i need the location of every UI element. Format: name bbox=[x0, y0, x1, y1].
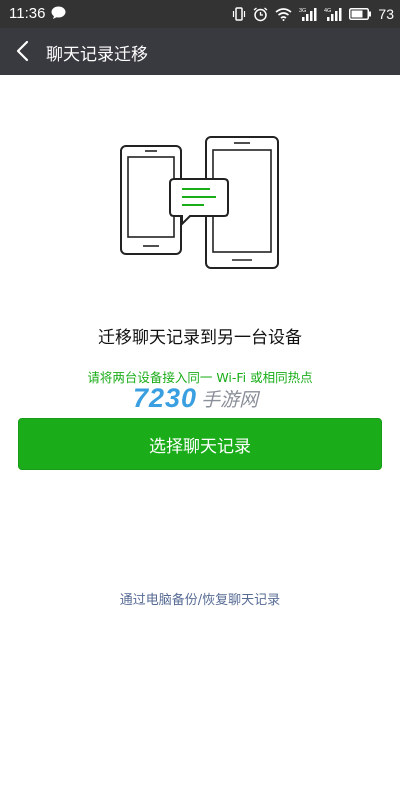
signal-4g-icon: 4G bbox=[324, 8, 342, 21]
wifi-icon bbox=[275, 7, 292, 21]
back-arrow-icon[interactable] bbox=[8, 36, 38, 66]
migration-heading: 迁移聊天记录到另一台设备 bbox=[98, 328, 302, 348]
status-bar: 11:36 3G 4G 73 bbox=[0, 0, 400, 28]
network-label-4g: 4G bbox=[324, 8, 331, 14]
alarm-icon bbox=[254, 6, 268, 21]
vibrate-icon bbox=[233, 7, 246, 21]
watermark-logo: 7230 手游网 bbox=[133, 382, 258, 414]
battery-level: 73 bbox=[378, 6, 394, 22]
page-title: 聊天记录迁移 bbox=[46, 45, 148, 65]
status-icons: 3G 4G 73 bbox=[232, 4, 394, 24]
status-time: 11:36 bbox=[9, 5, 46, 22]
signal-3g-icon: 3G bbox=[299, 8, 317, 21]
watermark-number: 7230 bbox=[133, 382, 198, 413]
battery-icon bbox=[349, 8, 372, 20]
pc-backup-restore-link[interactable]: 通过电脑备份/恢复聊天记录 bbox=[0, 589, 400, 608]
message-icon bbox=[51, 6, 66, 19]
select-chat-history-button[interactable]: 选择聊天记录 bbox=[18, 418, 382, 470]
top-bar: 聊天记录迁移 bbox=[0, 28, 400, 75]
phone-to-tablet-chat-illustration bbox=[120, 136, 279, 269]
network-label-3g: 3G bbox=[299, 8, 306, 14]
watermark-text: 手游网 bbox=[201, 388, 259, 411]
